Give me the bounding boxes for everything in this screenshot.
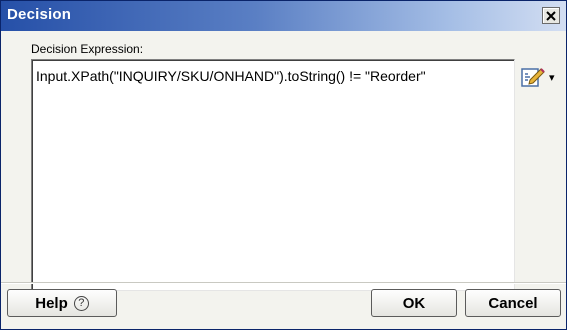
close-button[interactable] [542,7,560,24]
dialog-title: Decision [7,6,72,23]
close-icon [546,10,556,21]
expression-label: Decision Expression: [31,42,144,56]
dialog-content: Decision Expression: Input.XPath("INQUIR… [1,31,566,329]
expression-textarea[interactable]: Input.XPath("INQUIRY/SKU/ONHAND").toStri… [31,59,515,291]
decision-dialog: Decision Decision Expression: Input.XPat… [0,0,567,330]
help-button[interactable]: Help ? [7,289,117,317]
footer-divider [1,282,566,284]
help-icon: ? [73,295,89,311]
ok-button-label: OK [402,294,426,312]
help-button-label: Help [35,294,68,312]
edit-expression-icon [521,68,545,87]
chevron-down-icon[interactable]: ▾ [549,72,555,83]
title-bar[interactable]: Decision [1,1,566,31]
expression-text: Input.XPath("INQUIRY/SKU/ONHAND").toStri… [36,68,426,84]
cancel-button[interactable]: Cancel [465,289,561,317]
ok-button[interactable]: OK [371,289,457,317]
cancel-button-label: Cancel [488,294,538,312]
expression-editor-button[interactable]: ▾ [519,64,563,90]
